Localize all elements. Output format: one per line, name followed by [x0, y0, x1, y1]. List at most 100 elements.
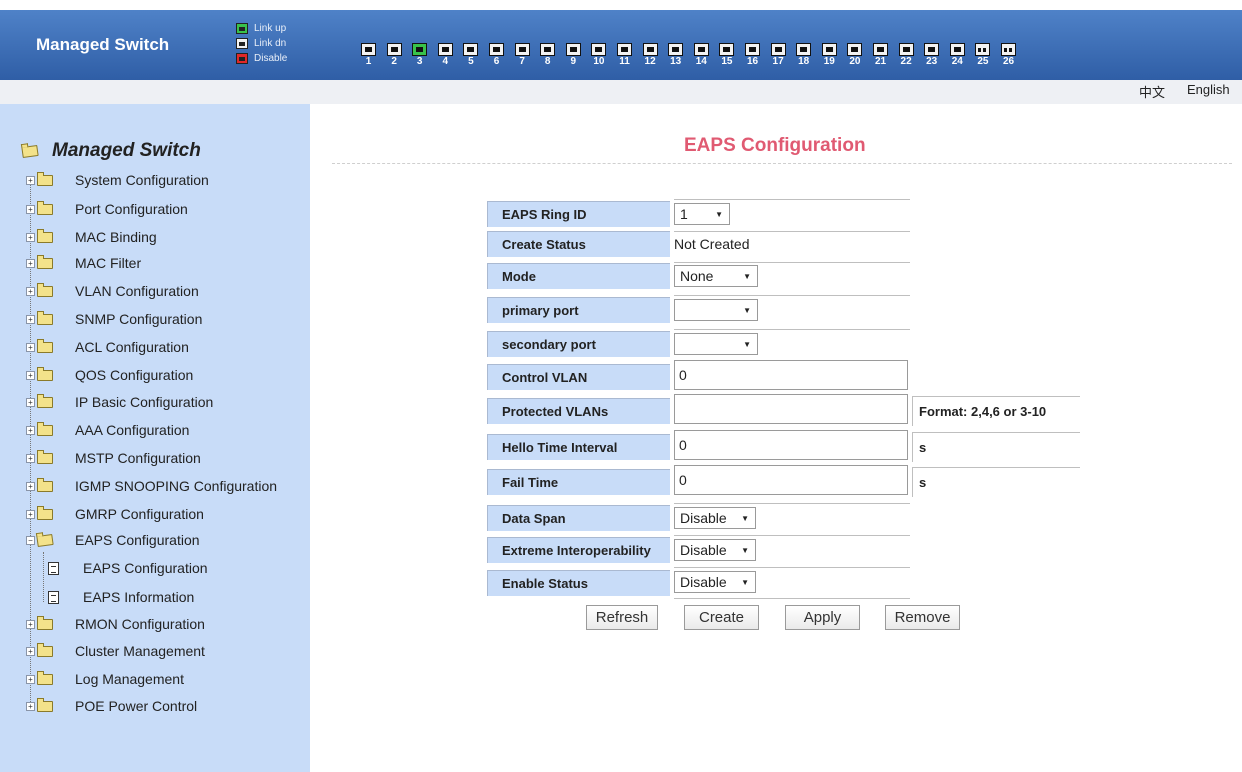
sidebar-item-cluster-management[interactable]: + Cluster Management [26, 641, 205, 661]
expand-icon[interactable]: + [26, 370, 35, 380]
port-13[interactable]: 13 [667, 43, 684, 68]
expand-icon[interactable]: + [26, 204, 35, 214]
port-11[interactable]: 11 [616, 43, 633, 68]
sidebar-item-log-management[interactable]: + Log Management [26, 669, 184, 689]
port-12[interactable]: 12 [642, 43, 659, 68]
language-english-link[interactable]: English [1187, 82, 1230, 97]
sidebar-item-igmp-snooping-configuration[interactable]: + IGMP SNOOPING Configuration [26, 476, 277, 496]
primary-port-select[interactable]: ▼ [674, 299, 758, 321]
sidebar-item-port-configuration[interactable]: + Port Configuration [26, 199, 188, 219]
expand-icon[interactable]: + [26, 425, 35, 435]
language-chinese-link[interactable]: 中文 [1139, 82, 1165, 101]
port-4[interactable]: 4 [437, 43, 454, 68]
sidebar-item-rmon-configuration[interactable]: + RMON Configuration [26, 614, 205, 634]
mode-select[interactable]: None ▼ [674, 265, 758, 287]
data-span-label: Data Span [487, 505, 670, 531]
port-14[interactable]: 14 [693, 43, 710, 68]
port-22[interactable]: 22 [898, 43, 915, 68]
expand-icon[interactable]: + [26, 258, 35, 268]
data-span-select[interactable]: Disable ▼ [674, 507, 756, 529]
expand-icon[interactable]: + [26, 286, 35, 296]
remove-button[interactable]: Remove [885, 605, 960, 630]
port-9[interactable]: 9 [565, 43, 582, 68]
row-divider [674, 535, 910, 536]
expand-icon[interactable]: + [26, 674, 35, 684]
expand-icon[interactable]: + [26, 619, 35, 629]
extreme-interop-label: Extreme Interoperability [487, 537, 670, 563]
ethernet-port-icon [565, 43, 581, 56]
fail-time-input[interactable]: 0 [674, 465, 908, 495]
sidebar-item-vlan-configuration[interactable]: + VLAN Configuration [26, 281, 199, 301]
port-18[interactable]: 18 [795, 43, 812, 68]
port-5[interactable]: 5 [462, 43, 479, 68]
expand-icon[interactable]: + [26, 481, 35, 491]
protected-vlans-input[interactable] [674, 394, 908, 424]
port-19[interactable]: 19 [821, 43, 838, 68]
port-8[interactable]: 8 [539, 43, 556, 68]
extreme-interop-select[interactable]: Disable ▼ [674, 539, 756, 561]
sidebar-item-gmrp-configuration[interactable]: + GMRP Configuration [26, 504, 204, 524]
port-3[interactable]: 3 [411, 43, 428, 68]
collapse-icon[interactable]: − [26, 535, 35, 545]
sidebar-subitem-eaps-information[interactable]: EAPS Information [48, 587, 194, 607]
port-number: 4 [442, 56, 449, 67]
ring-id-select[interactable]: 1 ▼ [674, 203, 730, 225]
enable-status-select[interactable]: Disable ▼ [674, 571, 756, 593]
expand-icon[interactable]: + [26, 397, 35, 407]
sidebar-item-mac-binding[interactable]: + MAC Binding [26, 227, 157, 247]
refresh-button[interactable]: Refresh [586, 605, 658, 630]
port-23[interactable]: 23 [923, 43, 940, 68]
sidebar-item-mac-filter[interactable]: + MAC Filter [26, 253, 141, 273]
port-15[interactable]: 15 [718, 43, 735, 68]
fail-time-cell: 0 [674, 465, 908, 495]
expand-icon[interactable]: + [26, 175, 35, 185]
port-21[interactable]: 21 [872, 43, 889, 68]
sidebar-item-qos-configuration[interactable]: + QOS Configuration [26, 365, 193, 385]
open-folder-icon [21, 144, 39, 158]
port-6[interactable]: 6 [488, 43, 505, 68]
create-button[interactable]: Create [684, 605, 759, 630]
expand-icon[interactable]: + [26, 342, 35, 352]
ethernet-port-icon [642, 43, 658, 56]
sidebar-item-snmp-configuration[interactable]: + SNMP Configuration [26, 309, 202, 329]
expand-icon[interactable]: + [26, 509, 35, 519]
document-icon [48, 561, 59, 575]
sidebar-item-aaa-configuration[interactable]: + AAA Configuration [26, 420, 189, 440]
folder-icon [37, 254, 53, 269]
sidebar-item-eaps-configuration[interactable]: − EAPS Configuration [26, 530, 200, 550]
ethernet-port-icon [745, 43, 760, 56]
secondary-port-select[interactable]: ▼ [674, 333, 758, 355]
port-16[interactable]: 16 [744, 43, 761, 68]
apply-button[interactable]: Apply [785, 605, 860, 630]
port-20[interactable]: 20 [846, 43, 863, 68]
sidebar-item-ip-basic-configuration[interactable]: + IP Basic Configuration [26, 392, 213, 412]
ethernet-port-icon [361, 43, 376, 56]
port-7[interactable]: 7 [514, 43, 531, 68]
port-24[interactable]: 24 [949, 43, 966, 68]
port-number: 11 [619, 56, 630, 67]
legend-label: Link dn [254, 38, 287, 49]
control-vlan-input[interactable]: 0 [674, 360, 908, 390]
sidebar-item-system-configuration[interactable]: + System Configuration [26, 170, 209, 190]
expand-icon[interactable]: + [26, 646, 35, 656]
sidebar-item-acl-configuration[interactable]: + ACL Configuration [26, 337, 189, 357]
sidebar-item-poe-power-control[interactable]: + POE Power Control [26, 696, 197, 716]
expand-icon[interactable]: + [26, 314, 35, 324]
port-26[interactable]: 26 [1000, 43, 1017, 68]
port-2[interactable]: 2 [386, 43, 403, 68]
expand-icon[interactable]: + [26, 701, 35, 711]
hello-time-cell: 0 [674, 430, 908, 460]
port-25[interactable]: 25 [974, 43, 991, 68]
tree-root[interactable]: Managed Switch [21, 140, 201, 162]
folder-icon [37, 697, 53, 712]
expand-icon[interactable]: + [26, 232, 35, 242]
port-10[interactable]: 10 [590, 43, 607, 68]
port-number: 8 [544, 56, 551, 67]
sidebar-item-mstp-configuration[interactable]: + MSTP Configuration [26, 448, 201, 468]
protected-vlans-label: Protected VLANs [487, 398, 670, 424]
expand-icon[interactable]: + [26, 453, 35, 463]
sidebar-subitem-eaps-configuration[interactable]: EAPS Configuration [48, 558, 208, 578]
port-1[interactable]: 1 [360, 43, 377, 68]
port-17[interactable]: 17 [770, 43, 787, 68]
hello-time-input[interactable]: 0 [674, 430, 908, 460]
